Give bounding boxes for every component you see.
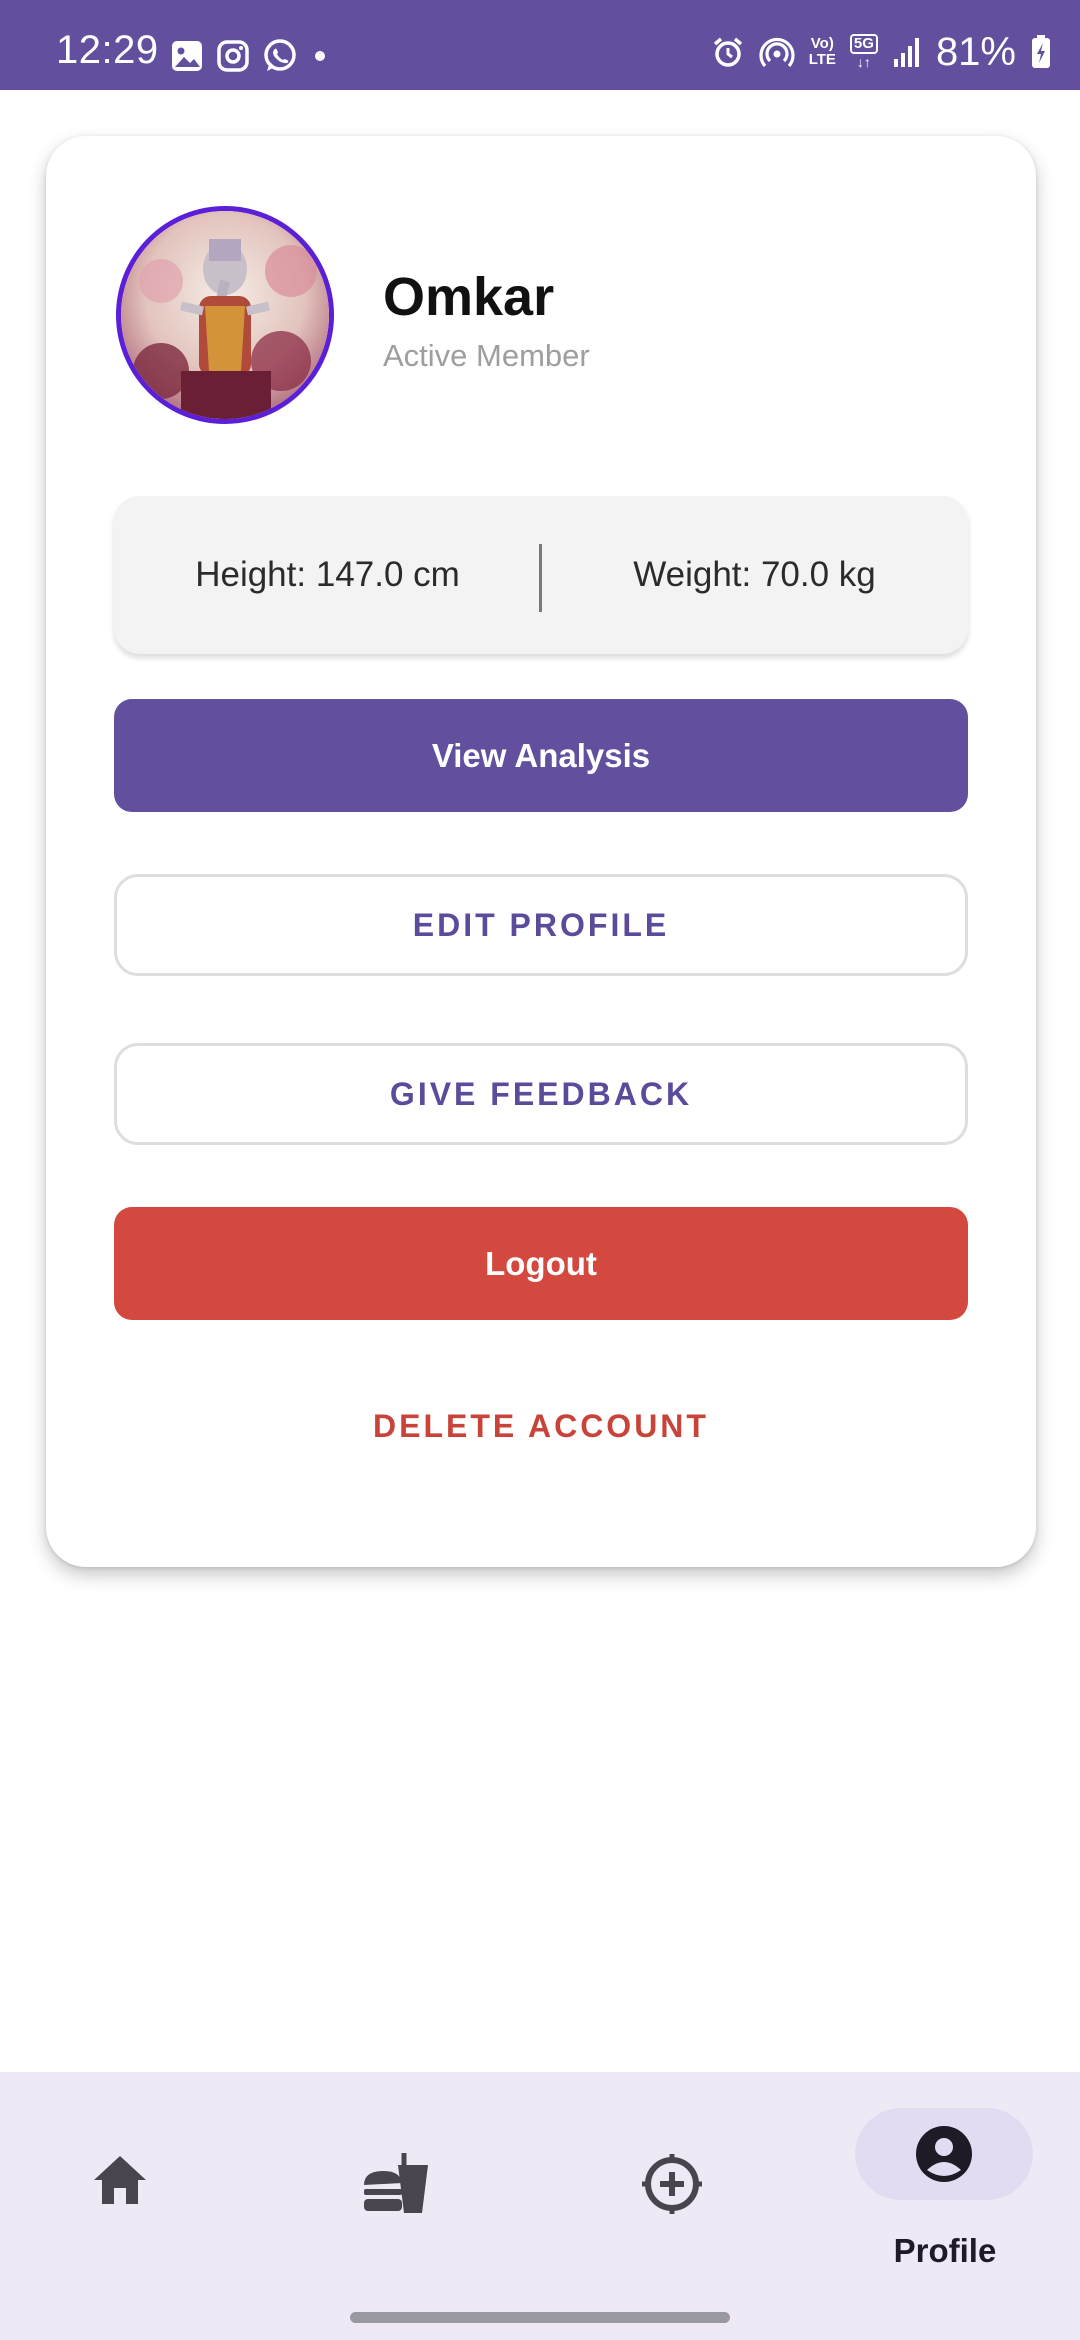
alarm-icon [711,35,745,69]
goal-icon [642,2154,702,2214]
home-icon [94,2156,146,2204]
system-icons: Vo) LTE 5G ↓↑ 81% [711,30,1052,74]
profile-card: Omkar Active Member Height: 147.0 cm Wei… [46,136,1036,1567]
give-feedback-button[interactable]: GIVE FEEDBACK [114,1043,968,1145]
body-stats-panel: Height: 147.0 cm Weight: 70.0 kg [114,496,968,654]
status-bar: 12:29 Vo) LTE 5G ↓↑ 81% [0,0,1080,90]
avatar[interactable] [116,206,334,424]
nav-profile-icon-wrap[interactable] [914,2124,974,2189]
gesture-handle[interactable] [350,2312,730,2323]
view-analysis-button[interactable]: View Analysis [114,699,968,812]
signal-icon [892,35,922,69]
edit-profile-button[interactable]: EDIT PROFILE [114,874,968,976]
hotspot-icon [759,35,795,69]
logout-button[interactable]: Logout [114,1207,968,1320]
whatsapp-icon [262,38,298,74]
gallery-icon [170,39,204,73]
height-stat: Height: 147.0 cm [195,555,460,594]
nav-profile-label[interactable]: Profile [845,2232,1045,2270]
instagram-icon [216,39,250,73]
delete-account-button[interactable]: DELETE ACCOUNT [114,1376,968,1476]
battery-charging-icon [1030,34,1052,70]
status-time: 12:29 [56,28,159,72]
profile-icon [916,2126,972,2182]
food-icon [364,2153,428,2213]
member-status: Active Member [383,338,590,373]
5g-icon: 5G ↓↑ [849,34,878,70]
profile-name: Omkar [383,267,555,327]
notification-icons [170,38,330,74]
dot-icon [310,46,330,66]
avatar-photo [121,211,329,419]
battery-percent: 81% [935,30,1016,74]
weight-stat: Weight: 70.0 kg [633,555,876,594]
volte-icon: Vo) LTE [808,35,836,68]
